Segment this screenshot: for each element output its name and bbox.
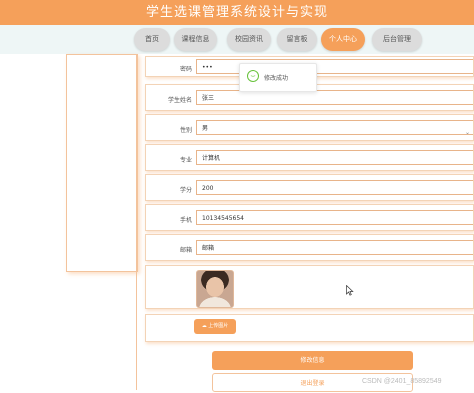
phone-input[interactable]: 10134545654 xyxy=(196,210,473,225)
upload-image-button[interactable]: ☁ 上传图片 xyxy=(194,319,236,334)
email-label: 邮箱 xyxy=(179,247,192,254)
top-nav: 首页 课程信息 校园资讯 留言板 个人中心 后台管理 xyxy=(0,25,474,54)
name-label: 学生姓名 xyxy=(167,97,192,104)
credits-input[interactable]: 200 xyxy=(196,180,473,195)
email-row: 邮箱 邮箱 xyxy=(145,234,474,261)
major-row: 专业 计算机 xyxy=(145,144,474,171)
divider xyxy=(136,54,137,390)
nav-personal-center[interactable]: 个人中心 xyxy=(321,28,365,51)
major-input[interactable]: 计算机 xyxy=(196,150,473,165)
gender-select[interactable]: 男 ⌄ xyxy=(196,120,473,136)
upload-icon: ☁ xyxy=(201,323,207,329)
app-title: 学生选课管理系统设计与实现 xyxy=(0,0,474,25)
smile-icon: ⌣ xyxy=(247,70,259,82)
nav-message-board[interactable]: 留言板 xyxy=(277,28,317,51)
nav-course-info[interactable]: 课程信息 xyxy=(174,28,217,51)
watermark: CSDN @2401_85892549 xyxy=(362,378,442,385)
success-toast: ⌣ 修改成功 xyxy=(239,63,317,92)
major-label: 专业 xyxy=(179,157,192,164)
nav-home[interactable]: 首页 xyxy=(134,28,170,51)
credits-label: 学分 xyxy=(179,187,192,194)
upload-label: 上传图片 xyxy=(208,323,229,329)
name-input[interactable]: 张三 xyxy=(196,90,473,105)
avatar-row xyxy=(145,265,474,309)
gender-value: 男 xyxy=(202,125,209,132)
upload-row: ☁ 上传图片 xyxy=(145,314,474,342)
mouse-cursor-icon xyxy=(346,285,354,296)
gender-row: 性别 男 ⌄ xyxy=(145,114,474,141)
gender-label: 性别 xyxy=(179,127,192,134)
password-input[interactable]: ••• xyxy=(196,59,473,74)
avatar xyxy=(196,270,234,308)
chevron-down-icon: ⌄ xyxy=(464,129,470,136)
nav-campus-news[interactable]: 校园资讯 xyxy=(227,28,271,51)
toast-message: 修改成功 xyxy=(264,75,289,82)
save-button[interactable]: 修改信息 xyxy=(212,351,413,370)
left-panel xyxy=(66,54,138,272)
phone-row: 手机 10134545654 xyxy=(145,204,474,231)
nav-admin[interactable]: 后台管理 xyxy=(372,28,422,51)
phone-label: 手机 xyxy=(179,217,192,224)
password-label: 密码 xyxy=(179,66,192,73)
credits-row: 学分 200 xyxy=(145,174,474,201)
email-input[interactable]: 邮箱 xyxy=(196,240,473,255)
